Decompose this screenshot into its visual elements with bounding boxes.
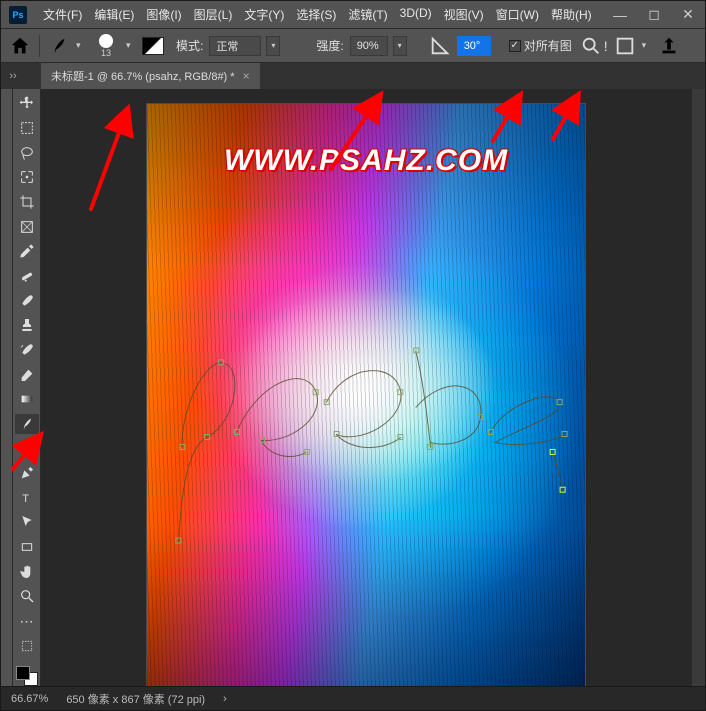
- mode-select[interactable]: 正常: [209, 36, 261, 56]
- sample-all-layers[interactable]: ✓ 对所有图: [509, 37, 572, 54]
- brush-preview[interactable]: 13: [92, 34, 120, 58]
- menu-window[interactable]: 窗口(W): [490, 2, 545, 27]
- workspace: T ⋯ WWW.PSAHZ.COM: [1, 89, 705, 686]
- title-bar: Ps 文件(F) 编辑(E) 图像(I) 图层(L) 文字(Y) 选择(S) 滤…: [1, 1, 705, 29]
- tool-preset-dropdown[interactable]: ▾: [76, 40, 86, 51]
- frame-dropdown[interactable]: ▾: [642, 40, 652, 51]
- doc-dimensions[interactable]: 650 像素 x 867 像素 (72 ppi): [66, 691, 205, 707]
- tool-preset-icon[interactable]: [48, 35, 70, 57]
- close-button[interactable]: ✕: [671, 1, 705, 29]
- app-logo: Ps: [9, 6, 27, 24]
- menu-view[interactable]: 视图(V): [438, 2, 490, 27]
- menu-select[interactable]: 选择(S): [290, 2, 342, 27]
- brush-panel-icon[interactable]: [142, 35, 164, 57]
- minimize-button[interactable]: —: [603, 1, 637, 29]
- menu-3d[interactable]: 3D(D): [394, 2, 438, 27]
- status-chevron[interactable]: ›: [223, 693, 227, 705]
- options-bar: ▾ 13 ▾ 模式: 正常 ▾ 强度: 90% ▾ 30° ✓ 对所有图 ! ▾: [1, 29, 705, 63]
- document-tab-label: 未标题-1 @ 66.7% (psahz, RGB/8#) *: [51, 68, 235, 84]
- search-icon[interactable]: [580, 35, 602, 57]
- menu-help[interactable]: 帮助(H): [545, 2, 598, 27]
- separator: [39, 35, 40, 57]
- mode-dropdown[interactable]: ▾: [266, 36, 280, 56]
- strength-input[interactable]: 90%: [350, 36, 388, 56]
- menu-image[interactable]: 图像(I): [140, 2, 187, 27]
- document-tab-close[interactable]: ×: [243, 69, 250, 83]
- menu-file[interactable]: 文件(F): [37, 2, 88, 27]
- brush-size-label: 13: [92, 48, 120, 58]
- tab-drag-icon[interactable]: ››: [5, 63, 21, 89]
- document-tab[interactable]: 未标题-1 @ 66.7% (psahz, RGB/8#) * ×: [41, 63, 260, 89]
- status-bar: 66.67% 650 像素 x 867 像素 (72 ppi) ›: [1, 686, 705, 710]
- menu-edit[interactable]: 编辑(E): [88, 2, 140, 27]
- sample-all-checkbox[interactable]: ✓: [509, 40, 521, 52]
- zoom-level[interactable]: 66.67%: [11, 693, 48, 705]
- brush-dropdown[interactable]: ▾: [126, 40, 136, 51]
- frame-icon[interactable]: [614, 35, 636, 57]
- maximize-button[interactable]: ◻: [637, 1, 671, 29]
- strength-dropdown[interactable]: ▾: [393, 36, 407, 56]
- home-icon[interactable]: [9, 35, 31, 57]
- strength-label: 强度:: [316, 37, 343, 54]
- menu-bar: 文件(F) 编辑(E) 图像(I) 图层(L) 文字(Y) 选择(S) 滤镜(T…: [37, 2, 598, 27]
- sample-all-label: 对所有图: [524, 37, 572, 54]
- angle-input[interactable]: 30°: [457, 36, 491, 56]
- menu-layer[interactable]: 图层(L): [188, 2, 239, 27]
- brush-dot-icon: [99, 34, 113, 48]
- mode-label: 模式:: [176, 37, 203, 54]
- angle-icon: [429, 35, 451, 57]
- annotation-arrows: [1, 89, 705, 686]
- tab-bar: 未标题-1 @ 66.7% (psahz, RGB/8#) * ×: [1, 63, 705, 89]
- menu-type[interactable]: 文字(Y): [238, 2, 290, 27]
- window-controls: — ◻ ✕: [603, 1, 705, 29]
- warning-icon: !: [604, 38, 608, 54]
- share-icon[interactable]: [658, 35, 680, 57]
- menu-filter[interactable]: 滤镜(T): [342, 2, 393, 27]
